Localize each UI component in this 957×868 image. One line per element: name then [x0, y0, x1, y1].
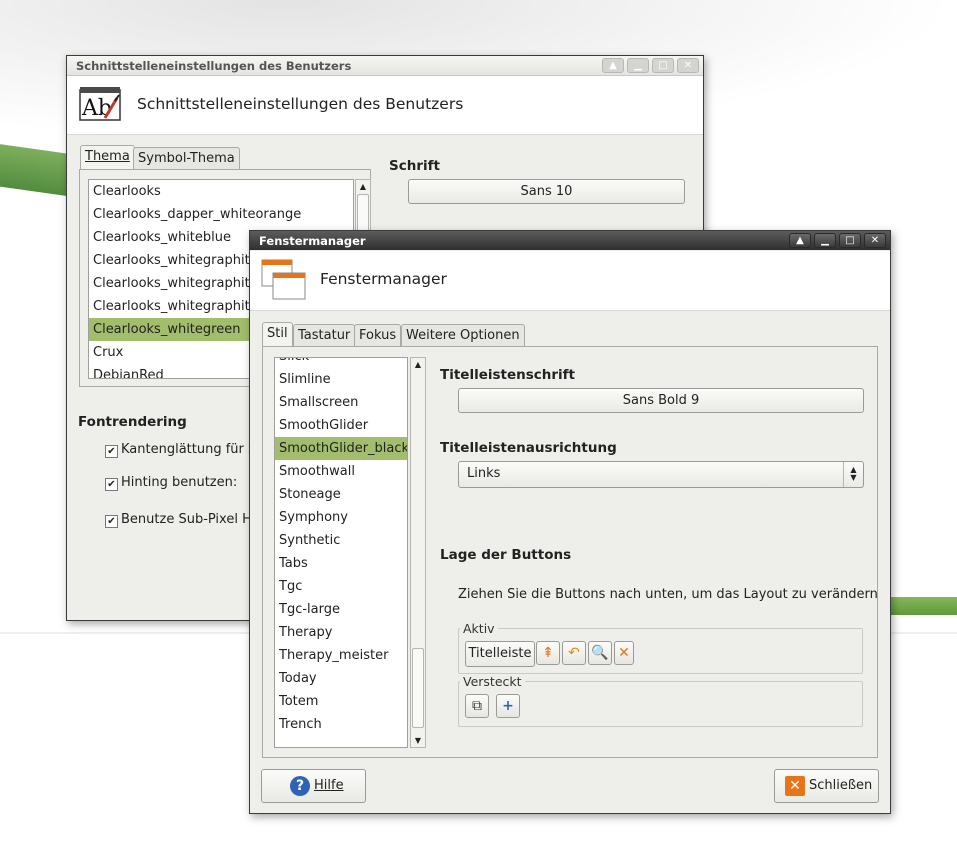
close-x-icon: ✕	[785, 776, 805, 796]
list-item[interactable]: Tgc-large	[275, 598, 407, 621]
tab-label: Tastatur	[298, 328, 351, 343]
window-manager-window: Fenstermanager ▲ ▁ □ ✕ Fenstermanager St…	[249, 230, 891, 814]
dialog-title: Schnittstelleneinstellungen des Benutzer…	[137, 95, 464, 113]
style-list-scrollbar[interactable]: ▲ ▼	[410, 357, 426, 748]
list-item[interactable]: Therapy	[275, 621, 407, 644]
title-bar[interactable]: Fenstermanager ▲ ▁ □ ✕	[250, 231, 890, 250]
hinting-label: Hinting benutzen:	[121, 475, 238, 490]
antialias-label: Kantenglättung für S	[121, 442, 257, 457]
buttons-section-title: Lage der Buttons	[440, 547, 572, 563]
list-item[interactable]: Tgc	[275, 575, 407, 598]
alignment-value: Links	[467, 466, 501, 481]
desktop-wallpaper-strip	[880, 597, 957, 615]
chevron-updown-icon: ▲ ▼	[843, 462, 863, 487]
list-item[interactable]: Symphony	[275, 506, 407, 529]
list-item[interactable]: Tabs	[275, 552, 407, 575]
minimize-icon[interactable]: ▁	[814, 233, 836, 248]
svg-text:Ab: Ab	[81, 96, 112, 121]
scroll-down-icon[interactable]: ▼	[411, 734, 425, 747]
window-title: Fenstermanager	[259, 234, 366, 248]
list-item[interactable]: Smallscreen	[275, 391, 407, 414]
tab-label: Thema	[85, 149, 130, 164]
shade-up-icon[interactable]: ▲	[789, 233, 811, 248]
fontrendering-section-title: Fontrendering	[78, 414, 187, 430]
subpixel-label: Benutze Sub-Pixel Hi	[121, 512, 256, 527]
tab-symbol-thema[interactable]: Symbol-Thema	[133, 147, 240, 170]
window-title: Schnittstelleneinstellungen des Benutzer…	[76, 59, 352, 73]
titlefont-chooser-button[interactable]: Sans Bold 9	[458, 388, 864, 413]
help-button[interactable]: ? Hilfe	[261, 769, 366, 803]
shade-up-icon[interactable]: ▲	[602, 58, 624, 73]
style-list-items: SlickSlimlineSmallscreenSmoothGliderSmoo…	[275, 358, 407, 736]
dialog-title: Fenstermanager	[320, 270, 447, 288]
tab-weitere-optionen[interactable]: Weitere Optionen	[401, 324, 525, 347]
close-icon[interactable]: ✕	[614, 641, 634, 665]
window-manager-icon	[261, 259, 307, 301]
list-item[interactable]: Clearlooks	[89, 180, 353, 203]
window-controls: ▲ ▁ □ ✕	[789, 233, 886, 248]
list-item[interactable]: Slimline	[275, 368, 407, 391]
zoom-icon[interactable]: 🔍	[588, 641, 612, 665]
tab-fokus[interactable]: Fokus	[354, 324, 402, 347]
close-icon[interactable]: ✕	[677, 58, 699, 73]
list-item[interactable]: Therapy_meister	[275, 644, 407, 667]
titlefont-section-title: Titelleistenschrift	[440, 367, 575, 383]
scroll-thumb[interactable]	[412, 648, 424, 728]
list-item[interactable]: SmoothGlider	[275, 414, 407, 437]
close-button[interactable]: ✕ Schließen	[774, 769, 879, 803]
title-bar[interactable]: Schnittstelleneinstellungen des Benutzer…	[67, 56, 703, 76]
tab-label: Stil	[267, 326, 288, 341]
scroll-thumb[interactable]	[357, 194, 369, 232]
active-legend: Aktiv	[460, 621, 498, 636]
list-item[interactable]: Synthetic	[275, 529, 407, 552]
list-item[interactable]: Totem	[275, 690, 407, 713]
antialias-checkbox[interactable]: ✔	[105, 445, 118, 458]
scroll-up-icon[interactable]: ▲	[411, 358, 425, 371]
minimize-icon[interactable]: ▁	[627, 58, 649, 73]
help-icon: ?	[290, 776, 310, 796]
alignment-select[interactable]: Links ▲ ▼	[458, 461, 864, 488]
titlebar-slot-button[interactable]: Titelleiste	[465, 641, 535, 667]
shade-icon[interactable]: ⇞	[536, 641, 560, 665]
scroll-up-icon[interactable]: ▲	[356, 180, 370, 193]
undo-icon[interactable]: ↶	[562, 641, 586, 665]
window-controls: ▲ ▁ □ ✕	[602, 58, 699, 73]
close-label: Schließen	[809, 778, 873, 793]
tab-label: Fokus	[359, 328, 397, 343]
tab-label: Weitere Optionen	[406, 328, 520, 343]
list-item[interactable]: Clearlooks_dapper_whiteorange	[89, 203, 353, 226]
list-item[interactable]: Trench	[275, 713, 407, 736]
list-item[interactable]: Stoneage	[275, 483, 407, 506]
maximize-icon[interactable]: □	[652, 58, 674, 73]
sticky-icon[interactable]: ⧉	[465, 694, 489, 718]
tab-thema[interactable]: Thema	[80, 145, 135, 170]
font-chooser-button[interactable]: Sans 10	[408, 179, 685, 204]
style-list[interactable]: SlickSlimlineSmallscreenSmoothGliderSmoo…	[274, 357, 408, 748]
font-settings-icon: Ab	[79, 86, 121, 122]
dialog-header: Fenstermanager	[250, 251, 890, 311]
alignment-section-title: Titelleistenausrichtung	[440, 440, 617, 456]
add-icon[interactable]: +	[496, 694, 520, 718]
hidden-legend: Versteckt	[460, 674, 525, 689]
tab-label: Symbol-Thema	[138, 151, 235, 166]
hinting-checkbox[interactable]: ✔	[105, 478, 118, 491]
dialog-header: Ab Schnittstelleneinstellungen des Benut…	[67, 76, 703, 135]
list-item[interactable]: SmoothGlider_black	[275, 437, 407, 460]
maximize-icon[interactable]: □	[839, 233, 861, 248]
subpixel-checkbox[interactable]: ✔	[105, 515, 118, 528]
tab-tastatur[interactable]: Tastatur	[293, 324, 356, 347]
buttons-hint: Ziehen Sie die Buttons nach unten, um da…	[458, 587, 878, 602]
help-label: Hilfe	[314, 778, 344, 793]
list-item[interactable]: Slick	[275, 358, 407, 368]
close-icon[interactable]: ✕	[864, 233, 886, 248]
list-item[interactable]: Smoothwall	[275, 460, 407, 483]
list-item[interactable]: Today	[275, 667, 407, 690]
tab-stil[interactable]: Stil	[262, 322, 293, 347]
font-section-title: Schrift	[389, 158, 440, 174]
